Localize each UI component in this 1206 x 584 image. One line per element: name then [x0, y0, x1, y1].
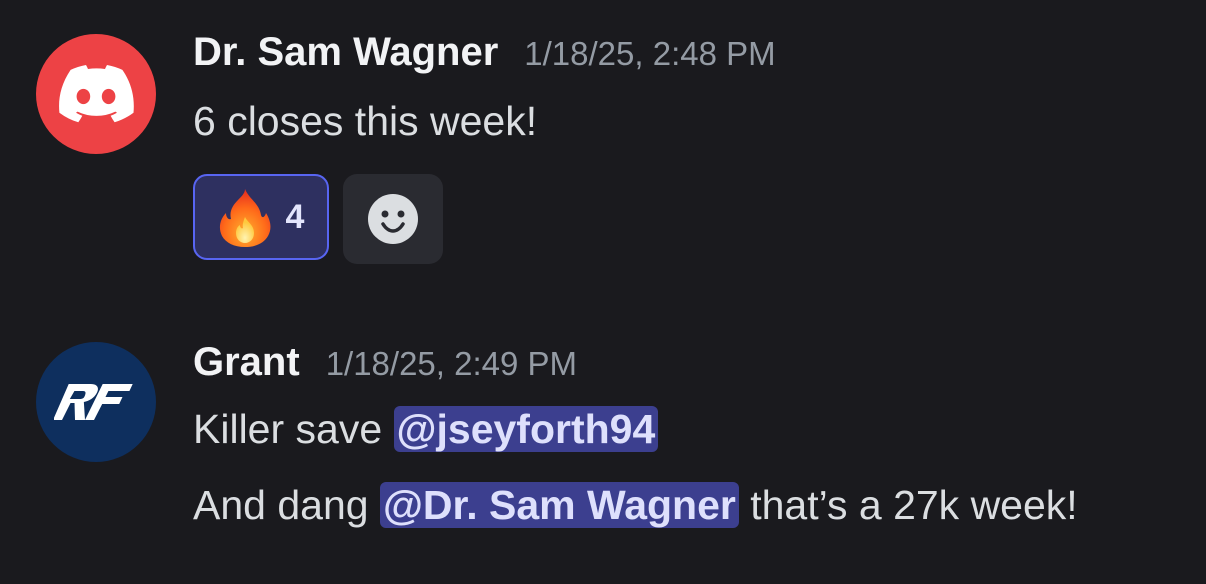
message-item: Grant 1/18/25, 2:49 PM Killer save @jsey… — [0, 300, 1206, 584]
username[interactable]: Grant — [193, 340, 300, 385]
message-text: 6 closes this week! — [193, 98, 538, 144]
message-header: Grant 1/18/25, 2:49 PM — [193, 340, 577, 385]
fire-emoji-icon — [219, 189, 270, 247]
reactions-bar: 4 — [193, 174, 443, 264]
reaction-count: 4 — [285, 197, 305, 236]
message-header: Dr. Sam Wagner 1/18/25, 2:48 PM — [193, 30, 776, 75]
avatar[interactable] — [36, 342, 156, 462]
rf-logo-icon — [54, 384, 133, 420]
message-text: Killer save — [193, 406, 394, 452]
message-text-line-1: Killer save @jseyforth94 — [193, 400, 659, 458]
user-mention[interactable]: @jseyforth94 — [393, 406, 659, 452]
smiley-add-reaction-icon — [368, 194, 418, 244]
timestamp: 1/18/25, 2:48 PM — [524, 35, 776, 72]
discord-logo-icon — [59, 65, 134, 123]
message-text: And dang — [193, 482, 380, 528]
message-item: Dr. Sam Wagner 1/18/25, 2:48 PM 6 closes… — [0, 0, 1206, 300]
reaction-fire[interactable]: 4 — [193, 174, 329, 260]
avatar[interactable] — [36, 34, 156, 154]
username[interactable]: Dr. Sam Wagner — [193, 30, 498, 75]
user-mention[interactable]: @Dr. Sam Wagner — [379, 482, 739, 528]
message-text-line-2: And dang @Dr. Sam Wagner that’s a 27k we… — [193, 476, 1078, 534]
add-reaction-button[interactable] — [343, 174, 443, 264]
timestamp: 1/18/25, 2:49 PM — [325, 345, 578, 382]
message-text: that’s a 27k week! — [738, 482, 1078, 528]
